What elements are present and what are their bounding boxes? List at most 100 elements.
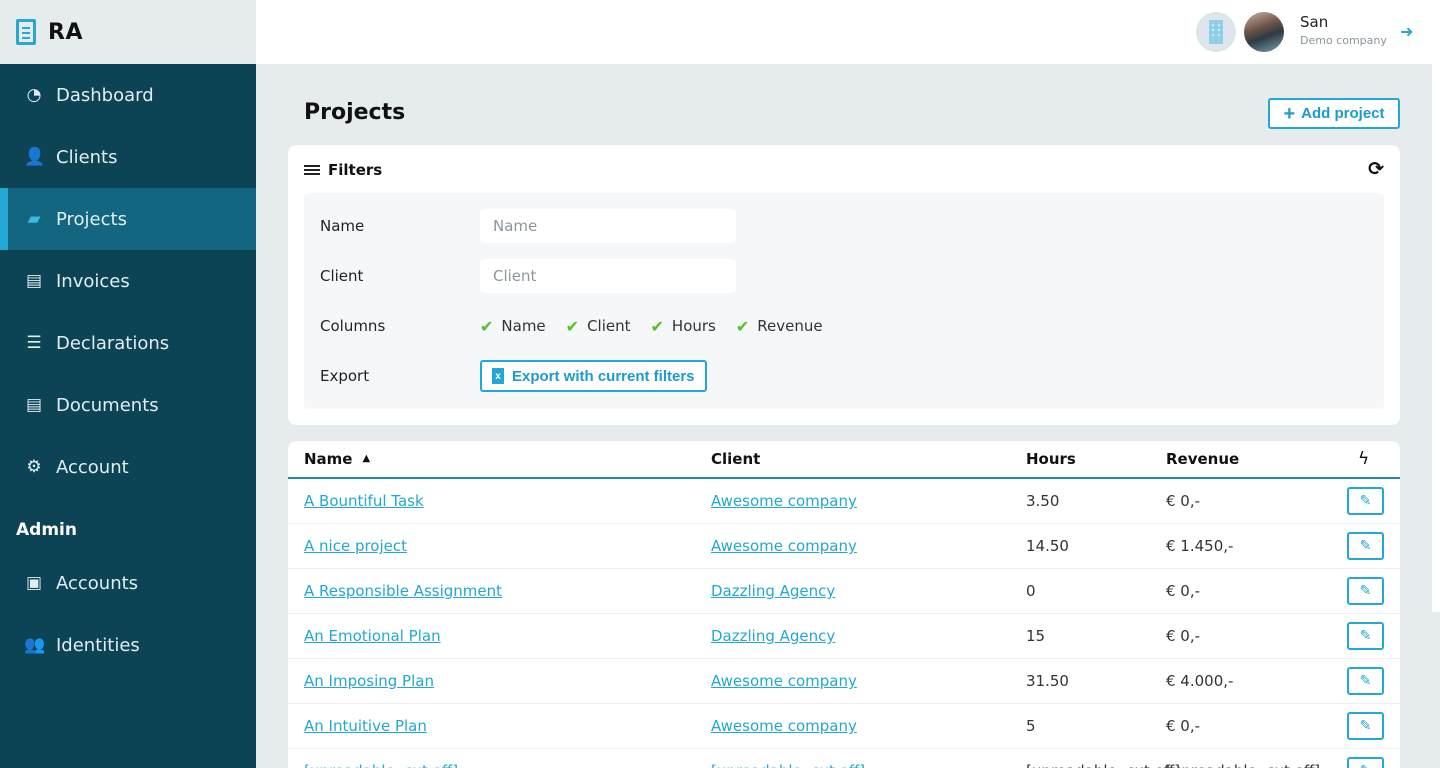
client-link[interactable]: [unreadable, cut off] [711,762,865,768]
table-row: An Emotional Plan Dazzling Agency 15 € 0,- ✎ [288,614,1400,659]
edit-button[interactable]: ✎ [1347,712,1384,740]
user-avatar[interactable] [1244,12,1284,52]
project-name-cell: An Emotional Plan [304,627,441,645]
name-filter-label: Name [320,217,365,235]
revenue-cell: € 0,- [1166,717,1201,735]
client-link[interactable]: Awesome company [711,717,857,735]
edit-button[interactable]: ✎ [1347,757,1384,768]
sidebar-item-dashboard[interactable]: ◔ Dashboard [0,64,256,126]
export-label: Export [320,367,370,385]
sidebar-item-account[interactable]: ⚙ Account [0,436,256,498]
scrollbar-track[interactable] [1432,64,1440,612]
sidebar-item-label: Invoices [56,270,130,292]
edit-button[interactable]: ✎ [1347,532,1384,560]
column-toggle-name[interactable]: ✔ Name [480,317,546,336]
sidebar-item-projects[interactable]: ▰ Projects [0,188,256,250]
client-cell: Awesome company [711,717,857,735]
sidebar-item-label: Accounts [56,572,139,594]
sidebar-item-clients[interactable]: 👤 Clients [0,126,256,188]
client-link[interactable]: Awesome company [711,672,857,690]
check-icon: ✔ [480,316,494,336]
filter-row-columns: Columns ✔ Name ✔ Client ✔ Hours ✔ Revenue [320,309,843,343]
revenue-cell: [unreadable, cut off] [1166,762,1320,768]
building-icon [1209,20,1223,44]
edit-icon: ✎ [1359,673,1372,689]
edit-icon: ✎ [1359,538,1372,554]
edit-button[interactable]: ✎ [1347,622,1384,650]
project-link[interactable]: [unreadable, cut off] [304,762,458,768]
sidebar-item-identities[interactable]: 👥 Identities [0,614,256,676]
project-name-cell: A nice project [304,537,407,555]
column-toggle-label: Revenue [757,317,823,335]
sidebar-item-label: Dashboard [56,84,154,106]
project-link[interactable]: A Responsible Assignment [304,582,502,600]
sidebar-item-declarations[interactable]: ☰ Declarations [0,312,256,374]
gear-icon: ⚙ [26,457,42,477]
company-avatar[interactable] [1196,12,1236,52]
page-title: Projects [304,100,406,125]
user-company: Demo company [1300,34,1387,47]
check-icon: ✔ [565,316,580,336]
project-link[interactable]: A Bountiful Task [304,492,424,510]
column-header-client[interactable]: Client [711,450,760,468]
hours-cell: 31.50 [1026,672,1069,690]
sliders-icon [304,164,320,176]
client-cell: Awesome company [711,492,857,510]
edit-icon: ✎ [1359,628,1372,644]
client-link[interactable]: Awesome company [711,492,857,510]
hours-cell: [unreadable, cut off] [1026,762,1180,768]
sign-out-icon[interactable]: ➜ [1400,22,1413,41]
name-filter-input[interactable] [480,209,736,243]
filters-card: Filters ⟳ Name Client Columns ✔ Name ✔ Cli… [288,145,1400,425]
project-name-cell: An Intuitive Plan [304,717,427,735]
sidebar-item-invoices[interactable]: ▤ Invoices [0,250,256,312]
sidebar-item-accounts[interactable]: ▣ Accounts [0,552,256,614]
project-link[interactable]: An Intuitive Plan [304,717,427,735]
column-header-hours[interactable]: Hours [1026,450,1076,468]
tachometer-icon: ◔ [26,85,42,105]
client-link[interactable]: Dazzling Agency [711,627,835,645]
sidebar-item-documents[interactable]: ▤ Documents [0,374,256,436]
sidebar-item-label: Identities [56,634,140,656]
filters-header: Filters [304,161,382,179]
refresh-icon[interactable]: ⟳ [1368,158,1384,180]
column-toggle-client[interactable]: ✔ Client [566,317,631,336]
table-row: An Imposing Plan Awesome company 31.50 € 4.… [288,659,1400,704]
filters-body: Name Client Columns ✔ Name ✔ Client ✔ Hours… [304,193,1384,409]
revenue-cell: € 1.450,- [1166,537,1234,555]
column-toggle-label: Name [501,317,546,335]
hours-cell: 14.50 [1026,537,1069,555]
user-name: San [1300,13,1329,31]
project-link[interactable]: A nice project [304,537,407,555]
user-file-icon: ▣ [25,573,43,593]
column-toggle-hours[interactable]: ✔ Hours [651,317,716,336]
client-link[interactable]: Awesome company [711,537,857,555]
column-header-name[interactable]: Name ▲ [304,450,370,468]
edit-icon: ✎ [1359,583,1372,599]
check-icon: ✔ [735,316,750,336]
column-toggle-revenue[interactable]: ✔ Revenue [736,317,823,336]
brand[interactable]: RA [0,0,256,64]
column-header-revenue[interactable]: Revenue [1166,450,1239,468]
excel-file-icon: x [492,368,504,384]
admin-section-title: Admin [16,520,77,540]
document-icon: ▤ [25,395,43,415]
project-link[interactable]: An Emotional Plan [304,627,441,645]
project-link[interactable]: An Imposing Plan [304,672,434,690]
filter-row-client: Client [320,259,736,293]
edit-icon: ✎ [1360,763,1372,768]
table-row: A Responsible Assignment Dazzling Agency 0… [288,569,1400,614]
edit-button[interactable]: ✎ [1347,667,1384,695]
project-name-cell: An Imposing Plan [304,672,434,690]
edit-button[interactable]: ✎ [1347,577,1384,605]
export-button[interactable]: x Export with current filters [480,360,707,392]
edit-button[interactable]: ✎ [1347,487,1384,515]
client-link[interactable]: Dazzling Agency [711,582,835,600]
client-filter-input[interactable] [480,259,736,293]
table-row: [unreadable, cut off][unreadable, cut of… [288,749,1400,768]
table-row: A Bountiful Task Awesome company 3.50 € 0,-… [288,479,1400,524]
column-header-label: Name [304,450,353,468]
filter-row-name: Name [320,209,736,243]
add-project-button[interactable]: + Add project [1268,98,1400,129]
client-cell: Awesome company [711,537,857,555]
